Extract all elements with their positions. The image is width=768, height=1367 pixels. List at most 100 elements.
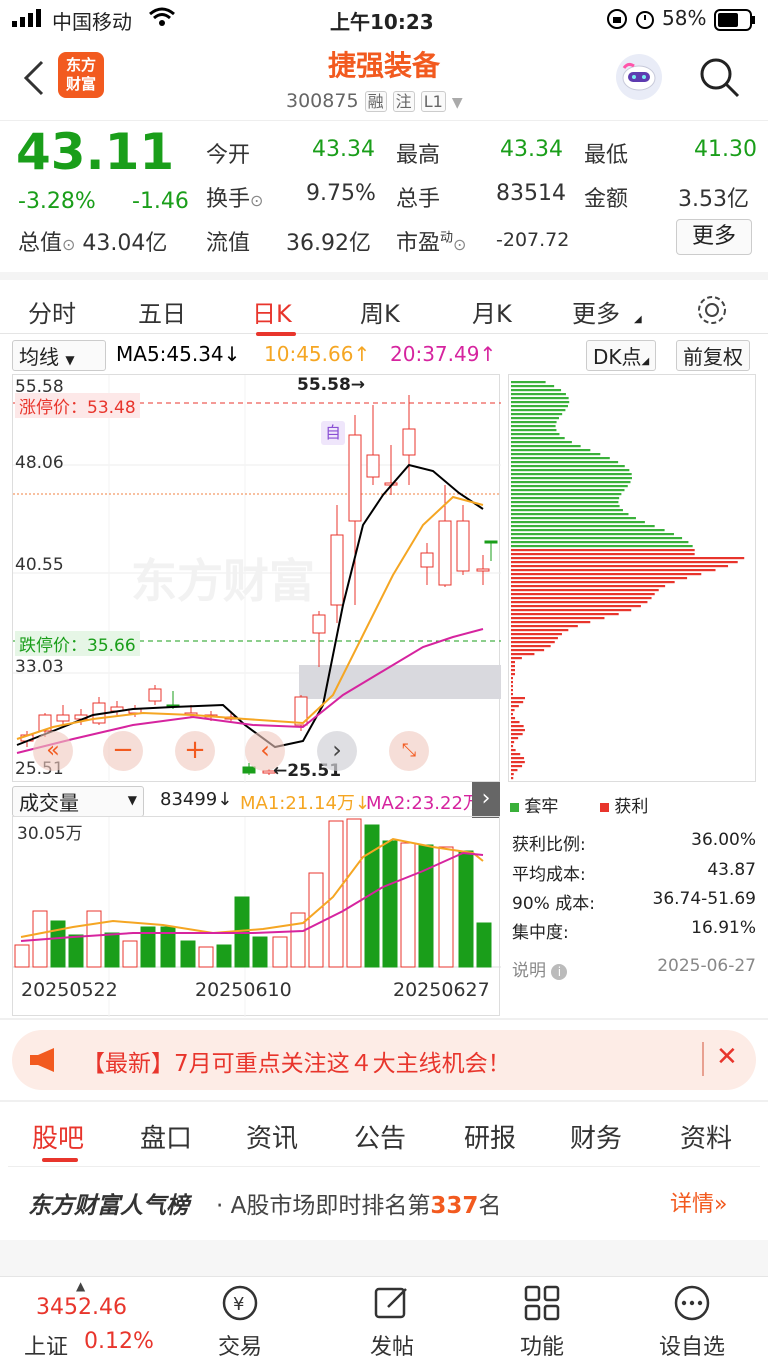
chip-note[interactable]: 说明 i xyxy=(512,956,568,981)
volume-select-arrow-icon: ▼ xyxy=(127,793,137,807)
tab-weekly-k[interactable]: 周K xyxy=(360,294,400,329)
popularity-rank[interactable]: 东方财富人气榜 · A股市场即时排名第337名 详情» xyxy=(0,1170,768,1234)
more-triangle-icon: ◢ xyxy=(634,314,642,325)
zoom-in-button[interactable]: + xyxy=(175,731,215,771)
turnover-info-icon[interactable]: ⊙ xyxy=(250,191,263,210)
nav-add-watchlist[interactable]: 设自选 xyxy=(654,1283,730,1361)
change-pct: -3.28% xyxy=(18,189,96,214)
scroll-left-fast-button[interactable]: « xyxy=(33,731,73,771)
nav-trade-label: 交易 xyxy=(217,1335,262,1360)
stock-header: 东方 财富 捷强装备 300875 融 注 L1 ▼ xyxy=(0,40,768,120)
tab-research[interactable]: 研报 xyxy=(464,1118,516,1155)
clock: 上午10:23 xyxy=(330,10,434,34)
settings-icon[interactable] xyxy=(696,294,728,330)
index-name[interactable]: 上证 xyxy=(24,1329,68,1361)
post-icon xyxy=(374,1287,407,1319)
turnover-value: 9.75% xyxy=(306,181,376,206)
change-value: -1.46 xyxy=(132,189,189,214)
nav-function[interactable]: 功能 xyxy=(512,1283,572,1361)
stock-code-row: 300875 融 注 L1 ▼ xyxy=(286,88,463,112)
quote-panel: 43.11 -3.28% -1.46 总值⊙ 43.04亿 今开 43.34 最… xyxy=(0,120,768,271)
legend-trapped-swatch xyxy=(510,803,519,812)
zoom-out-button[interactable]: − xyxy=(103,731,143,771)
close-icon[interactable]: ✕ xyxy=(716,1042,738,1072)
amount-value: 3.53亿 xyxy=(678,187,749,212)
volume-select-label: 成交量 xyxy=(19,791,79,815)
tab-five-day[interactable]: 五日 xyxy=(138,294,186,329)
limit-up-label: 涨停价：53.48 xyxy=(15,393,140,418)
tab-profile[interactable]: 资料 xyxy=(680,1118,732,1155)
dk-point-button[interactable]: DK点◢ xyxy=(586,340,657,371)
news-banner[interactable]: 【最新】7月可重点关注这４大主线机会！ ✕ xyxy=(12,1030,756,1090)
tab-intraday[interactable]: 分时 xyxy=(28,294,76,329)
banner-divider xyxy=(702,1042,704,1076)
chip-svg xyxy=(511,381,745,780)
rank-prefix: · A股市场即时排名第 xyxy=(216,1193,431,1219)
dk-triangle-icon: ◢ xyxy=(641,356,650,367)
period-tabs: 分时 五日 日K 周K 月K 更多 ◢ xyxy=(0,272,768,336)
volume-value: 83499↓ xyxy=(160,789,233,810)
collapse-panel-button[interactable]: › xyxy=(472,782,500,818)
tab-guba[interactable]: 股吧 xyxy=(32,1118,84,1155)
high-label: 最高 xyxy=(396,143,441,168)
fullscreen-icon[interactable]: ⤡ xyxy=(389,731,429,771)
low-value: 41.30 xyxy=(694,137,757,162)
open-value: 43.34 xyxy=(312,137,375,162)
volume-value: 83514 xyxy=(496,181,566,206)
alarm-icon xyxy=(634,8,656,35)
volume-max-label: 30.05万 xyxy=(17,824,83,844)
ma10-label: 10:45.66↑ xyxy=(264,342,371,366)
tab-underline xyxy=(256,332,296,336)
kline-svg: 东方财富 xyxy=(13,375,501,783)
mktcap-value: 43.04亿 xyxy=(82,231,168,256)
volume-select[interactable]: 成交量 ▼ xyxy=(12,786,144,817)
ma-select[interactable]: 均线 ▼ xyxy=(12,340,106,371)
float-value: 36.92亿 xyxy=(286,231,371,256)
legend-profit: 获利 xyxy=(600,792,648,817)
tab-monthly-k[interactable]: 月K xyxy=(472,294,512,329)
chip-date: 2025-06-27 xyxy=(657,956,756,976)
legend-trapped-text: 套牢 xyxy=(524,797,559,817)
rank-suffix: 名 xyxy=(478,1193,502,1219)
more-button[interactable]: 更多 xyxy=(676,219,752,255)
trade-icon: ¥ xyxy=(222,1285,258,1321)
divider xyxy=(8,1166,760,1167)
tab-finance[interactable]: 财务 xyxy=(570,1118,622,1155)
nav-trade[interactable]: ¥ 交易 xyxy=(210,1283,270,1361)
tab-order-book[interactable]: 盘口 xyxy=(140,1118,192,1155)
legend-profit-swatch xyxy=(600,803,609,812)
date-end: 20250627 xyxy=(393,979,490,1001)
chip-row-label: 获利比例: xyxy=(512,835,586,855)
marker-self[interactable]: 自 xyxy=(321,421,345,445)
dropdown-icon[interactable]: ▼ xyxy=(452,95,463,111)
chip-row-label: 90% 成本: xyxy=(512,894,595,914)
scroll-right-button[interactable]: › xyxy=(317,731,357,771)
tab-news[interactable]: 资讯 xyxy=(246,1118,298,1155)
tab-announcement[interactable]: 公告 xyxy=(354,1118,406,1155)
ma5-label: MA5:45.34↓ xyxy=(116,342,241,366)
mktcap-row: 总值⊙ 43.04亿 xyxy=(18,225,167,257)
lock-rotation-icon xyxy=(606,8,628,35)
nav-post[interactable]: 发帖 xyxy=(362,1283,422,1361)
adjust-button[interactable]: 前复权 xyxy=(676,340,750,371)
tab-more[interactable]: 更多 xyxy=(572,294,620,329)
index-value[interactable]: 3452.46 xyxy=(36,1295,127,1320)
status-bar: 中国移动 上午10:23 58% xyxy=(0,0,768,40)
scroll-left-button[interactable]: ‹ xyxy=(245,731,285,771)
tab-daily-k[interactable]: 日K xyxy=(252,294,292,329)
search-icon[interactable] xyxy=(698,56,742,104)
robot-assistant-icon[interactable] xyxy=(616,54,662,100)
volume-label: 总手 xyxy=(396,187,441,212)
rank-detail-link[interactable]: 详情» xyxy=(670,1186,727,1218)
date-start: 20250522 xyxy=(21,979,118,1001)
y-label-2: 48.06 xyxy=(15,453,64,473)
chip-row-value: 16.91% xyxy=(691,918,756,938)
index-pct[interactable]: 0.12% xyxy=(84,1329,154,1354)
high-value: 43.34 xyxy=(500,137,563,162)
info-icon[interactable]: ⊙ xyxy=(62,235,75,254)
kline-chart[interactable]: 东方财富 55.58 涨停价：53.48 48.06 40.55 跌停价：35.… xyxy=(12,374,501,783)
svg-text:¥: ¥ xyxy=(233,1294,244,1315)
last-price: 43.11 xyxy=(16,123,175,181)
pe-info-icon[interactable]: ⊙ xyxy=(453,235,466,254)
chip-row-value: 36.00% xyxy=(691,830,756,850)
